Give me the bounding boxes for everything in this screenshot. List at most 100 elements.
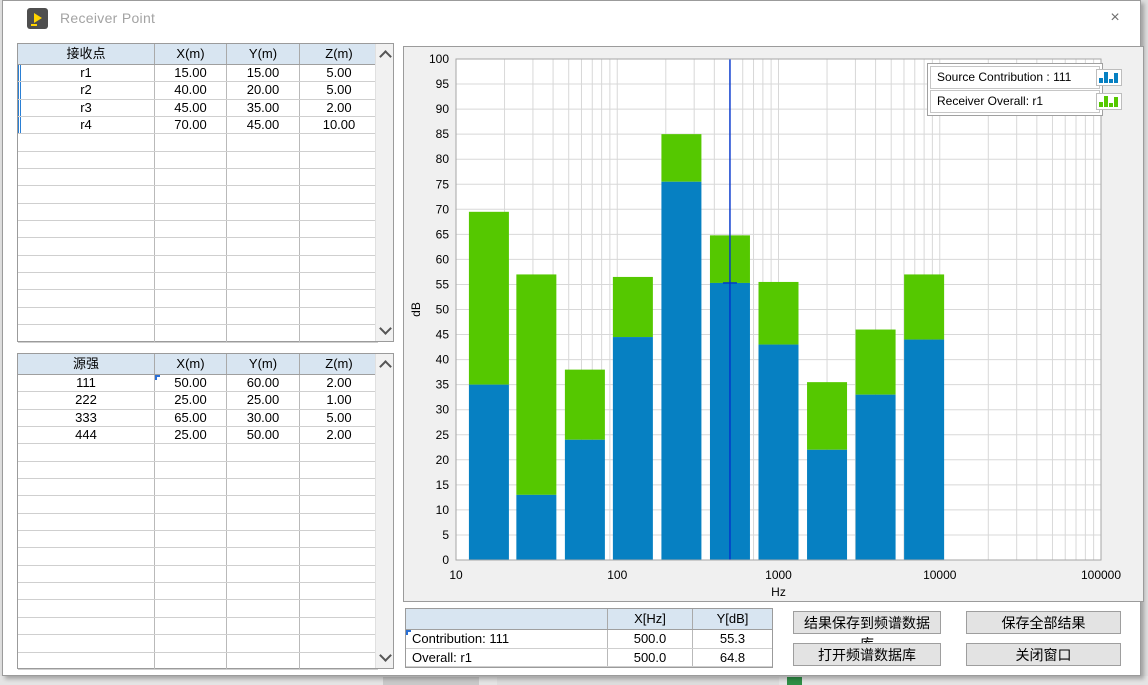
table-cell[interactable]: r4 [18,117,155,133]
open-spectrum-db-button[interactable]: 打开频谱数据库 [793,643,941,666]
legend-item[interactable]: Receiver Overall: r1 [930,90,1100,113]
scroll-up-icon[interactable] [379,360,392,373]
table-cell[interactable]: 5.00 [300,410,378,426]
table-cell [155,531,227,547]
table-cell [300,462,378,478]
table-cell[interactable]: 50.00 [155,375,227,391]
window-title: Receiver Point [60,10,155,26]
table-cell [227,238,300,254]
vertical-scrollbar[interactable] [375,44,393,341]
svg-text:90: 90 [436,102,450,116]
table-main: 源强X(m)Y(m)Z(m) 11150.0060.002.0022225.00… [18,354,378,668]
table-cell[interactable]: 2.00 [300,100,378,116]
table-cell[interactable]: 25.00 [155,392,227,408]
table-cell[interactable]: 65.00 [155,410,227,426]
table-cell[interactable]: 500.0 [608,630,693,648]
table-row [18,152,378,169]
table-cell[interactable]: 20.00 [227,82,300,98]
chart-legend[interactable]: Source Contribution : 111 Receiver Overa… [927,63,1103,116]
table-row[interactable]: 33365.0030.005.00 [18,410,378,427]
table-cell[interactable]: r3 [18,100,155,116]
table-row[interactable]: r240.0020.005.00 [18,82,378,99]
table-row [18,273,378,290]
table-cell[interactable]: 2.00 [300,427,378,443]
table-cell[interactable]: 222 [18,392,155,408]
close-icon[interactable]: × [1100,5,1130,31]
table-cell [155,238,227,254]
svg-text:30: 30 [436,403,450,417]
table-cell[interactable]: 1.00 [300,392,378,408]
table-cell[interactable]: 55.3 [693,630,772,648]
table-row[interactable]: 44425.0050.002.00 [18,427,378,444]
save-all-results-button[interactable]: 保存全部结果 [966,611,1121,634]
table-cell [300,152,378,168]
table-row[interactable]: Overall: r1500.064.8 [406,649,772,668]
column-header: X(m) [155,44,227,64]
chart-plot-area[interactable]: 0510152025303540455055606570758085909510… [404,47,1143,601]
table-cell[interactable]: 333 [18,410,155,426]
table-cell [18,186,155,202]
table-cell[interactable]: r2 [18,82,155,98]
table-row[interactable]: r345.0035.002.00 [18,100,378,117]
table-cell [300,618,378,634]
spectrum-chart[interactable]: 0510152025303540455055606570758085909510… [403,46,1144,602]
table-cell[interactable]: 40.00 [155,82,227,98]
table-cell[interactable]: 45.00 [155,100,227,116]
table-cell[interactable]: 70.00 [155,117,227,133]
scroll-down-icon[interactable] [379,322,392,335]
table-row[interactable]: r470.0045.0010.00 [18,117,378,134]
table-cell[interactable]: 10.00 [300,117,378,133]
table-row [18,290,378,307]
table-cell[interactable]: 2.00 [300,375,378,391]
table-cell [18,583,155,599]
close-window-button[interactable]: 关闭窗口 [966,643,1121,666]
table-cell[interactable]: 25.00 [155,427,227,443]
table-cell[interactable]: Contribution: 111 [406,630,608,648]
table-cell[interactable]: 50.00 [227,427,300,443]
table-cell[interactable]: 5.00 [300,65,378,81]
table-row [18,566,378,583]
table-cell[interactable]: 5.00 [300,82,378,98]
table-cell [155,635,227,651]
svg-text:25: 25 [436,428,450,442]
table-row [18,325,378,342]
table-cell[interactable]: 60.00 [227,375,300,391]
table-cell[interactable]: 35.00 [227,100,300,116]
table-row [18,256,378,273]
table-cell [227,290,300,306]
table-cell[interactable]: 444 [18,427,155,443]
table-cell[interactable]: 15.00 [227,65,300,81]
table-cell[interactable]: r1 [18,65,155,81]
table-row[interactable]: 22225.0025.001.00 [18,392,378,409]
table-cell [227,653,300,669]
table-row[interactable]: Contribution: 111500.055.3 [406,630,772,649]
table-cell [300,169,378,185]
table-cell [18,548,155,564]
vertical-scrollbar[interactable] [375,354,393,668]
table-cell[interactable]: 25.00 [227,392,300,408]
scroll-down-icon[interactable] [379,649,392,662]
legend-item[interactable]: Source Contribution : 111 [930,66,1100,89]
table-cell[interactable]: 45.00 [227,117,300,133]
window-titlebar[interactable]: Receiver Point × [3,1,1140,37]
svg-text:55: 55 [436,277,450,291]
table-row [18,444,378,461]
table-cell [155,290,227,306]
svg-text:85: 85 [436,127,450,141]
table-cell[interactable]: 500.0 [608,649,693,667]
table-cell[interactable]: 111 [18,375,155,391]
table-row [18,238,378,255]
table-row [18,134,378,151]
table-cell[interactable]: 30.00 [227,410,300,426]
table-row [18,462,378,479]
table-cell[interactable]: Overall: r1 [406,649,608,667]
table-cell [300,325,378,341]
table-row [18,531,378,548]
table-cell[interactable]: 64.8 [693,649,772,667]
table-cell[interactable]: 15.00 [155,65,227,81]
save-results-to-spectrum-db-button[interactable]: 结果保存到频谱数据库 [793,611,941,634]
table-row[interactable]: r115.0015.005.00 [18,65,378,82]
table-row[interactable]: 11150.0060.002.00 [18,375,378,392]
svg-text:65: 65 [436,227,450,241]
scroll-up-icon[interactable] [379,50,392,63]
